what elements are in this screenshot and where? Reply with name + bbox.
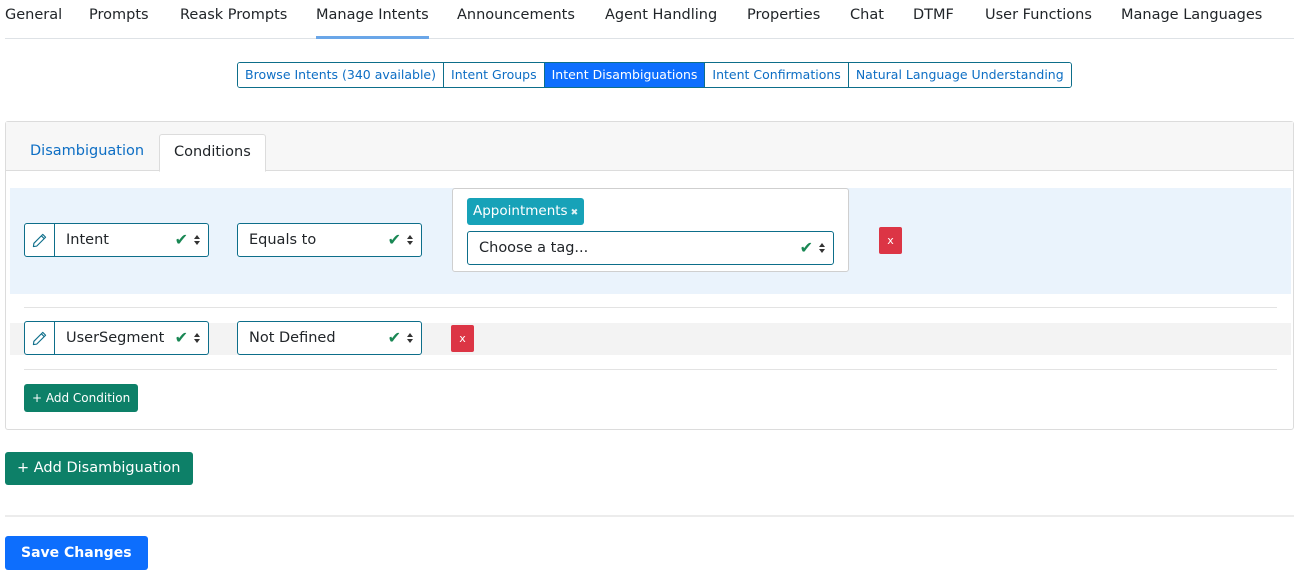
intent-subnav: Browse Intents (340 available) Intent Gr…: [237, 62, 1072, 88]
tab-chat[interactable]: Chat: [850, 7, 884, 23]
divider: [5, 515, 1294, 517]
tab-general[interactable]: General: [5, 7, 62, 23]
subtab-intent-groups[interactable]: Intent Groups: [444, 63, 545, 87]
tab-disambiguation[interactable]: Disambiguation: [16, 134, 158, 171]
condition-operator-select[interactable]: Not Defined ✔: [237, 321, 422, 355]
condition-operator-value: Not Defined: [249, 330, 336, 346]
remove-tag-icon[interactable]: ✖: [571, 208, 579, 218]
add-condition-button[interactable]: + Add Condition: [24, 384, 139, 412]
tab-agent-handling[interactable]: Agent Handling: [605, 7, 717, 23]
choose-tag-placeholder: Choose a tag...: [479, 240, 589, 256]
tab-manage-languages[interactable]: Manage Languages: [1121, 7, 1262, 23]
check-icon: ✔: [799, 238, 813, 257]
add-disambiguation-button[interactable]: + Add Disambiguation: [5, 452, 193, 485]
top-nav: General Prompts Reask Prompts Manage Int…: [5, 0, 1294, 39]
check-icon: ✔: [174, 230, 188, 249]
save-changes-button[interactable]: Save Changes: [5, 536, 148, 570]
sort-arrows-icon: [407, 235, 413, 245]
tag-chip: Appointments ✖: [467, 198, 585, 225]
condition-field-select[interactable]: Intent ✔: [55, 223, 209, 257]
tab-manage-intents[interactable]: Manage Intents: [316, 7, 429, 39]
subtab-browse-intents[interactable]: Browse Intents (340 available): [238, 63, 445, 87]
edit-field-button[interactable]: [24, 223, 55, 257]
delete-condition-button[interactable]: x: [879, 227, 902, 254]
card-header: Disambiguation Conditions: [6, 122, 1293, 172]
tab-prompts[interactable]: Prompts: [89, 7, 149, 23]
check-icon: ✔: [387, 328, 401, 347]
subtab-nlu[interactable]: Natural Language Understanding: [848, 63, 1071, 87]
tag-selector: Appointments ✖ Choose a tag... ✔: [452, 188, 849, 272]
choose-tag-select[interactable]: Choose a tag... ✔: [467, 231, 834, 265]
divider: [24, 369, 1277, 370]
condition-operator-select[interactable]: Equals to ✔: [237, 223, 422, 257]
check-icon: ✔: [174, 328, 188, 347]
tab-dtmf[interactable]: DTMF: [913, 7, 954, 23]
check-icon: ✔: [387, 230, 401, 249]
tag-chip-label: Appointments: [473, 203, 568, 219]
sort-arrows-icon: [407, 333, 413, 343]
tab-announcements[interactable]: Announcements: [457, 7, 575, 23]
divider: [24, 307, 1277, 308]
sort-arrows-icon: [819, 243, 825, 253]
edit-field-button[interactable]: [24, 321, 55, 355]
pencil-icon: [32, 233, 47, 247]
subtab-intent-confirmations[interactable]: Intent Confirmations: [705, 63, 849, 87]
delete-condition-button[interactable]: x: [451, 325, 474, 352]
tab-user-functions[interactable]: User Functions: [985, 7, 1092, 23]
condition-field-select[interactable]: UserSegment ✔: [55, 321, 209, 355]
tab-properties[interactable]: Properties: [747, 7, 820, 23]
sort-arrows-icon: [194, 235, 200, 245]
disambiguation-card: Disambiguation Conditions Intent ✔ Equal…: [5, 121, 1294, 430]
subtab-intent-disambiguations[interactable]: Intent Disambiguations: [544, 63, 706, 87]
sort-arrows-icon: [194, 333, 200, 343]
condition-field-value: Intent: [66, 232, 109, 248]
condition-operator-value: Equals to: [249, 232, 317, 248]
condition-field-value: UserSegment: [66, 330, 165, 346]
tab-conditions[interactable]: Conditions: [159, 134, 266, 172]
tab-reask-prompts[interactable]: Reask Prompts: [180, 7, 287, 23]
pencil-icon: [32, 331, 47, 345]
